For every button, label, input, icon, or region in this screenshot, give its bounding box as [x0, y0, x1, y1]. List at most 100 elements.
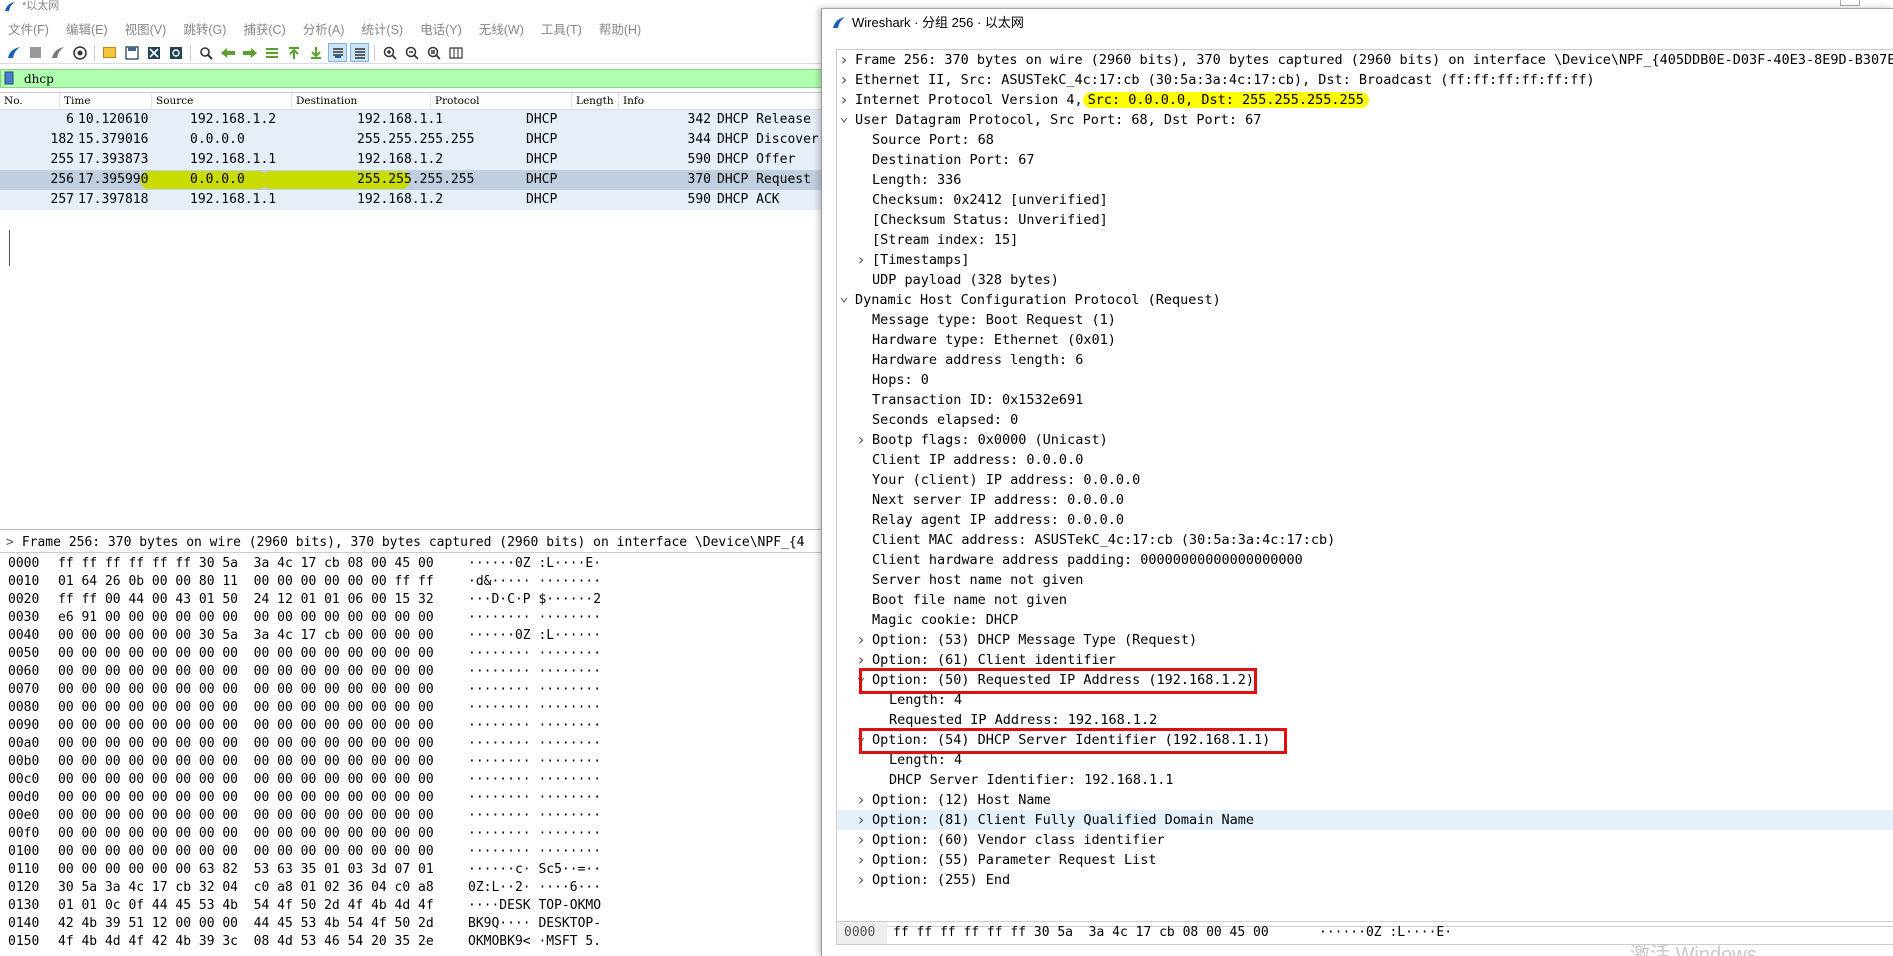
- tree-node[interactable]: › Option: (255) End: [837, 870, 1893, 890]
- tree-node[interactable]: Relay agent IP address: 0.0.0.0: [837, 510, 1893, 530]
- display-filter-input[interactable]: dhcp: [24, 72, 54, 86]
- hex-ascii[interactable]: ····DESK TOP-OKMO: [468, 897, 601, 915]
- tree-node[interactable]: Server host name not given: [837, 570, 1893, 590]
- tree-node[interactable]: › Bootp flags: 0x0000 (Unicast): [837, 430, 1893, 450]
- menu-item-4[interactable]: 捕获(C): [243, 19, 285, 38]
- packet-row[interactable]: 182 15.379016 0.0.0.0 255.255.255.255 DHCP 34…: [0, 130, 830, 150]
- tree-node[interactable]: › Option: (55) Parameter Request List: [837, 850, 1893, 870]
- hex-bytes[interactable]: 00 00 00 00 00 00 00 00 00 00 00 00 00 0…: [50, 789, 468, 807]
- packet-row[interactable]: 255 17.393873 192.168.1.1 192.168.1.2 DHCP 59…: [0, 150, 830, 170]
- save-file-icon[interactable]: [122, 43, 141, 62]
- hex-bytes[interactable]: 00 00 00 00 00 00 63 82 53 63 35 01 03 3…: [50, 861, 468, 879]
- hex-ascii[interactable]: ······c· Sc5··=··: [468, 861, 601, 879]
- tree-node[interactable]: Hops: 0: [837, 370, 1893, 390]
- column-header-source[interactable]: Source: [152, 93, 292, 109]
- tree-node[interactable]: › Option: (61) Client identifier: [837, 650, 1893, 670]
- tree-node[interactable]: › Ethernet II, Src: ASUSTekC_4c:17:cb (30…: [837, 70, 1893, 90]
- chevron-right-icon[interactable]: ›: [855, 630, 867, 650]
- hex-bytes[interactable]: 00 00 00 00 00 00 00 00 00 00 00 00 00 0…: [50, 681, 468, 699]
- hex-ascii[interactable]: ········ ········: [468, 825, 601, 843]
- tree-node[interactable]: UDP payload (328 bytes): [837, 270, 1893, 290]
- tree-node[interactable]: Checksum: 0x2412 [unverified]: [837, 190, 1893, 210]
- shark-fin-start-icon[interactable]: [4, 43, 23, 62]
- tree-node[interactable]: Hardware address length: 6: [837, 350, 1893, 370]
- hex-ascii[interactable]: ········ ········: [468, 681, 601, 699]
- column-header-no[interactable]: No.: [0, 93, 60, 109]
- column-header-info[interactable]: Info: [619, 93, 830, 109]
- hex-ascii[interactable]: ········ ········: [468, 735, 601, 753]
- packet-row[interactable]: 256 17.395990 0.0.0.0 255.255.255.255 DHCP 37…: [0, 170, 830, 190]
- tree-node[interactable]: › [Timestamps]: [837, 250, 1893, 270]
- last-packet-icon[interactable]: [306, 43, 325, 62]
- chevron-right-icon[interactable]: ›: [855, 830, 867, 850]
- packet-row[interactable]: 257 17.397818 192.168.1.1 192.168.1.2 DHCP 59…: [0, 190, 830, 210]
- hex-bytes[interactable]: 30 5a 3a 4c 17 cb 32 04 c0 a8 01 02 36 0…: [50, 879, 468, 897]
- tree-node[interactable]: › Option: (60) Vendor class identifier: [837, 830, 1893, 850]
- colorize-icon[interactable]: [350, 43, 369, 62]
- go-back-icon[interactable]: [218, 43, 237, 62]
- chevron-right-icon[interactable]: ›: [838, 70, 850, 90]
- hex-bytes[interactable]: ff ff ff ff ff ff 30 5a 3a 4c 17 cb 08 0…: [50, 555, 468, 573]
- tree-node[interactable]: › Internet Protocol Version 4, Src: 0.0.0.…: [837, 90, 1893, 110]
- tree-node[interactable]: Client IP address: 0.0.0.0: [837, 450, 1893, 470]
- tree-node[interactable]: [Stream index: 15]: [837, 230, 1893, 250]
- menu-item-9[interactable]: 工具(T): [541, 19, 582, 38]
- hex-ascii[interactable]: ······0Z :L····E·: [468, 555, 601, 573]
- display-filter-bar[interactable]: dhcp: [0, 69, 830, 88]
- hex-ascii[interactable]: ········ ········: [468, 753, 601, 771]
- packet-detail-summary[interactable]: > Frame 256: 370 bytes on wire (2960 bits…: [0, 533, 830, 553]
- tree-node[interactable]: › Option: (53) DHCP Message Type (Request…: [837, 630, 1893, 650]
- hex-bytes[interactable]: 00 00 00 00 00 00 00 00 00 00 00 00 00 0…: [50, 717, 468, 735]
- chevron-right-icon[interactable]: ›: [855, 430, 867, 450]
- zoom-normal-icon[interactable]: [424, 43, 443, 62]
- menu-item-10[interactable]: 帮助(H): [599, 19, 641, 38]
- hex-bytes[interactable]: 00 00 00 00 00 00 00 00 00 00 00 00 00 0…: [50, 843, 468, 861]
- hex-bytes[interactable]: 00 00 00 00 00 00 00 00 00 00 00 00 00 0…: [50, 825, 468, 843]
- menu-item-8[interactable]: 无线(W): [479, 19, 524, 38]
- expand-arrow-icon[interactable]: >: [6, 535, 14, 550]
- tree-node[interactable]: › Option: (81) Client Fully Qualified Dom…: [837, 810, 1893, 830]
- column-header-protocol[interactable]: Protocol: [431, 93, 572, 109]
- open-file-icon[interactable]: [100, 43, 119, 62]
- window-control[interactable]: [1840, 0, 1860, 6]
- hex-bytes[interactable]: 00 00 00 00 00 00 00 00 00 00 00 00 00 0…: [50, 699, 468, 717]
- tree-node[interactable]: Your (client) IP address: 0.0.0.0: [837, 470, 1893, 490]
- chevron-down-icon[interactable]: ⌄: [838, 106, 850, 126]
- chevron-right-icon[interactable]: ›: [855, 790, 867, 810]
- zoom-out-icon[interactable]: [402, 43, 421, 62]
- close-file-icon[interactable]: [144, 43, 163, 62]
- hex-bytes[interactable]: 00 00 00 00 00 00 00 00 00 00 00 00 00 0…: [50, 771, 468, 789]
- packet-row[interactable]: 6 10.120610 192.168.1.2 192.168.1.1 DHCP 342 D…: [0, 110, 830, 130]
- bookmark-icon[interactable]: [4, 71, 18, 86]
- hex-bytes[interactable]: 01 64 26 0b 00 00 80 11 00 00 00 00 00 0…: [50, 573, 468, 591]
- hex-ascii[interactable]: ········ ········: [468, 609, 601, 627]
- hex-ascii[interactable]: ········ ········: [468, 717, 601, 735]
- tree-node[interactable]: Destination Port: 67: [837, 150, 1893, 170]
- hex-ascii[interactable]: ···D·C·P $······2: [468, 591, 601, 609]
- auto-scroll-icon[interactable]: [328, 43, 347, 62]
- chevron-down-icon[interactable]: ⌄: [838, 286, 850, 306]
- hex-ascii[interactable]: ········ ········: [468, 771, 601, 789]
- hex-bytes[interactable]: 00 00 00 00 00 00 30 5a 3a 4c 17 cb 00 0…: [50, 627, 468, 645]
- column-header-time[interactable]: Time: [60, 93, 152, 109]
- tree-node[interactable]: Source Port: 68: [837, 130, 1893, 150]
- tree-node[interactable]: ⌄ User Datagram Protocol, Src Port: 68, D…: [837, 107, 1893, 130]
- tree-node[interactable]: Hardware type: Ethernet (0x01): [837, 330, 1893, 350]
- menu-item-5[interactable]: 分析(A): [303, 19, 345, 38]
- tree-node[interactable]: Seconds elapsed: 0: [837, 410, 1893, 430]
- hex-ascii[interactable]: ······0Z :L······: [468, 627, 601, 645]
- tree-node[interactable]: Magic cookie: DHCP: [837, 610, 1893, 630]
- hex-bytes[interactable]: 00 00 00 00 00 00 00 00 00 00 00 00 00 0…: [50, 807, 468, 825]
- restart-capture-icon[interactable]: [48, 43, 67, 62]
- menu-item-2[interactable]: 视图(V): [125, 19, 167, 38]
- tree-node[interactable]: Transaction ID: 0x1532e691: [837, 390, 1893, 410]
- tree-node[interactable]: Message type: Boot Request (1): [837, 310, 1893, 330]
- hex-ascii[interactable]: ········ ········: [468, 789, 601, 807]
- first-packet-icon[interactable]: [284, 43, 303, 62]
- tree-node[interactable]: Client hardware address padding: 0000000…: [837, 550, 1893, 570]
- tree-node[interactable]: DHCP Server Identifier: 192.168.1.1: [837, 770, 1893, 790]
- menu-item-0[interactable]: 文件(F): [8, 19, 49, 38]
- column-header-destination[interactable]: Destination: [292, 93, 431, 109]
- hex-bytes[interactable]: 01 01 0c 0f 44 45 53 4b 54 4f 50 2d 4f 4…: [50, 897, 468, 915]
- hex-ascii[interactable]: ········ ········: [468, 663, 601, 681]
